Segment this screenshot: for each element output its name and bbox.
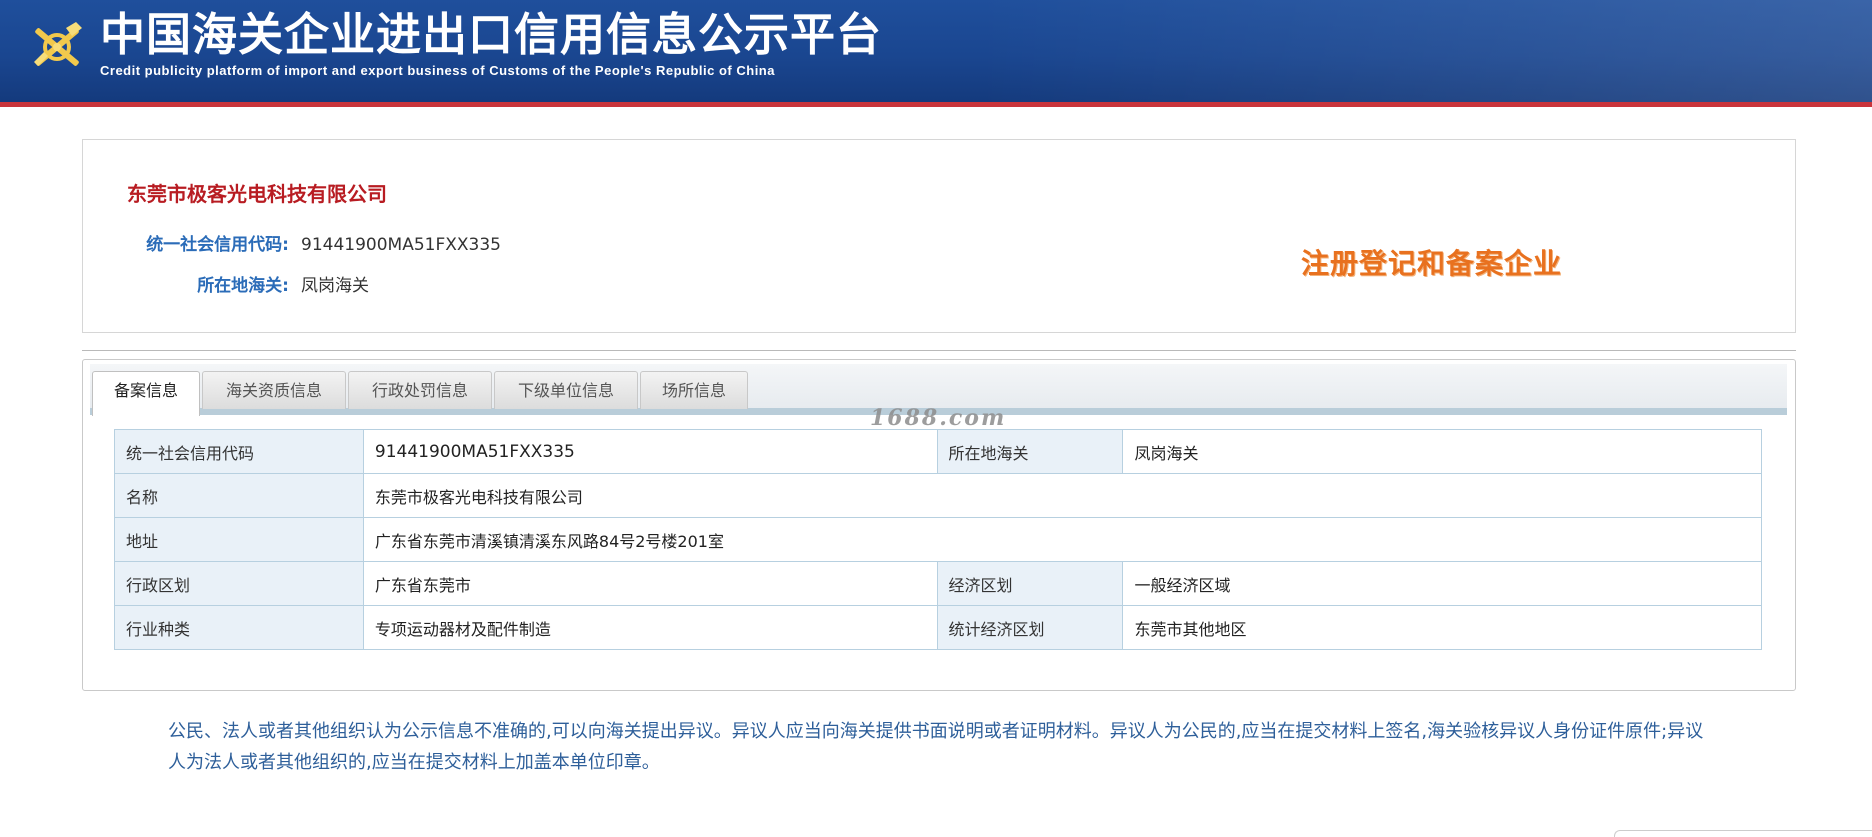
table-value: 91441900MA51FXX335 (362, 429, 938, 474)
objection-notice: 公民、法人或者其他组织认为公示信息不准确的,可以向海关提出异议。异议人应当向海关… (168, 721, 1704, 773)
credit-code-row: 统一社会信用代码: 91441900MA51FXX335 (83, 232, 683, 258)
tab-site-info[interactable]: 场所信息 (640, 371, 748, 409)
section-divider (82, 350, 1796, 351)
company-summary-card: 东莞市极客光电科技有限公司 统一社会信用代码: 91441900MA51FXX33… (82, 139, 1796, 333)
table-value: 东莞市其他地区 (1122, 605, 1762, 650)
table-row: 行业种类 专项运动器材及配件制造 统计经济区划 东莞市其他地区 (114, 605, 1762, 650)
table-row: 行政区划 广东省东莞市 经济区划 一般经济区域 (114, 561, 1762, 606)
table-value: 凤岗海关 (1122, 429, 1762, 474)
customs-row: 所在地海关: 凤岗海关 (83, 273, 683, 299)
credit-code-label: 统一社会信用代码: (146, 235, 289, 255)
table-label: 地址 (114, 517, 364, 562)
tab-subordinate-units[interactable]: 下级单位信息 (494, 371, 638, 409)
watermark-text: 1688.com (870, 405, 1007, 431)
table-row: 地址 广东省东莞市清溪镇清溪东风路84号2号楼201室 (114, 517, 1763, 562)
tab-customs-qualification[interactable]: 海关资质信息 (202, 371, 346, 409)
table-label: 统一社会信用代码 (114, 429, 364, 474)
customs-emblem-icon[interactable] (26, 16, 88, 78)
table-value: 广东省东莞市 (362, 561, 938, 606)
tab-administrative-penalty[interactable]: 行政处罚信息 (348, 371, 492, 409)
credit-code-value: 91441900MA51FXX335 (301, 235, 501, 255)
table-value: 广东省东莞市清溪镇清溪东风路84号2号楼201室 (362, 517, 1763, 562)
table-value: 东莞市极客光电科技有限公司 (362, 473, 1763, 518)
table-label: 统计经济区划 (936, 605, 1124, 650)
site-title: 中国海关企业进出口信用信息公示平台 (100, 8, 883, 61)
company-name: 东莞市极客光电科技有限公司 (127, 182, 387, 206)
table-row: 统一社会信用代码 91441900MA51FXX335 所在地海关 凤岗海关 (114, 429, 1762, 474)
registration-stamp: 注册登记和备案企业 (1301, 247, 1563, 280)
table-label: 名称 (114, 473, 364, 518)
customs-value: 凤岗海关 (301, 276, 369, 296)
table-row: 名称 东莞市极客光电科技有限公司 (114, 473, 1763, 518)
table-value: 一般经济区域 (1122, 561, 1762, 606)
customs-label: 所在地海关: (197, 276, 289, 296)
table-label: 所在地海关 (936, 429, 1124, 474)
table-label: 行政区划 (114, 561, 364, 606)
tab-filing-info[interactable]: 备案信息 (92, 371, 200, 416)
table-value: 专项运动器材及配件制造 (362, 605, 938, 650)
table-label: 经济区划 (936, 561, 1124, 606)
filing-info-table: 统一社会信用代码 91441900MA51FXX335 所在地海关 凤岗海关 名… (114, 429, 1763, 650)
table-label: 行业种类 (114, 605, 364, 650)
site-subtitle: Credit publicity platform of import and … (100, 63, 775, 78)
site-header: 中国海关企业进出口信用信息公示平台 Credit publicity platf… (0, 0, 1872, 107)
